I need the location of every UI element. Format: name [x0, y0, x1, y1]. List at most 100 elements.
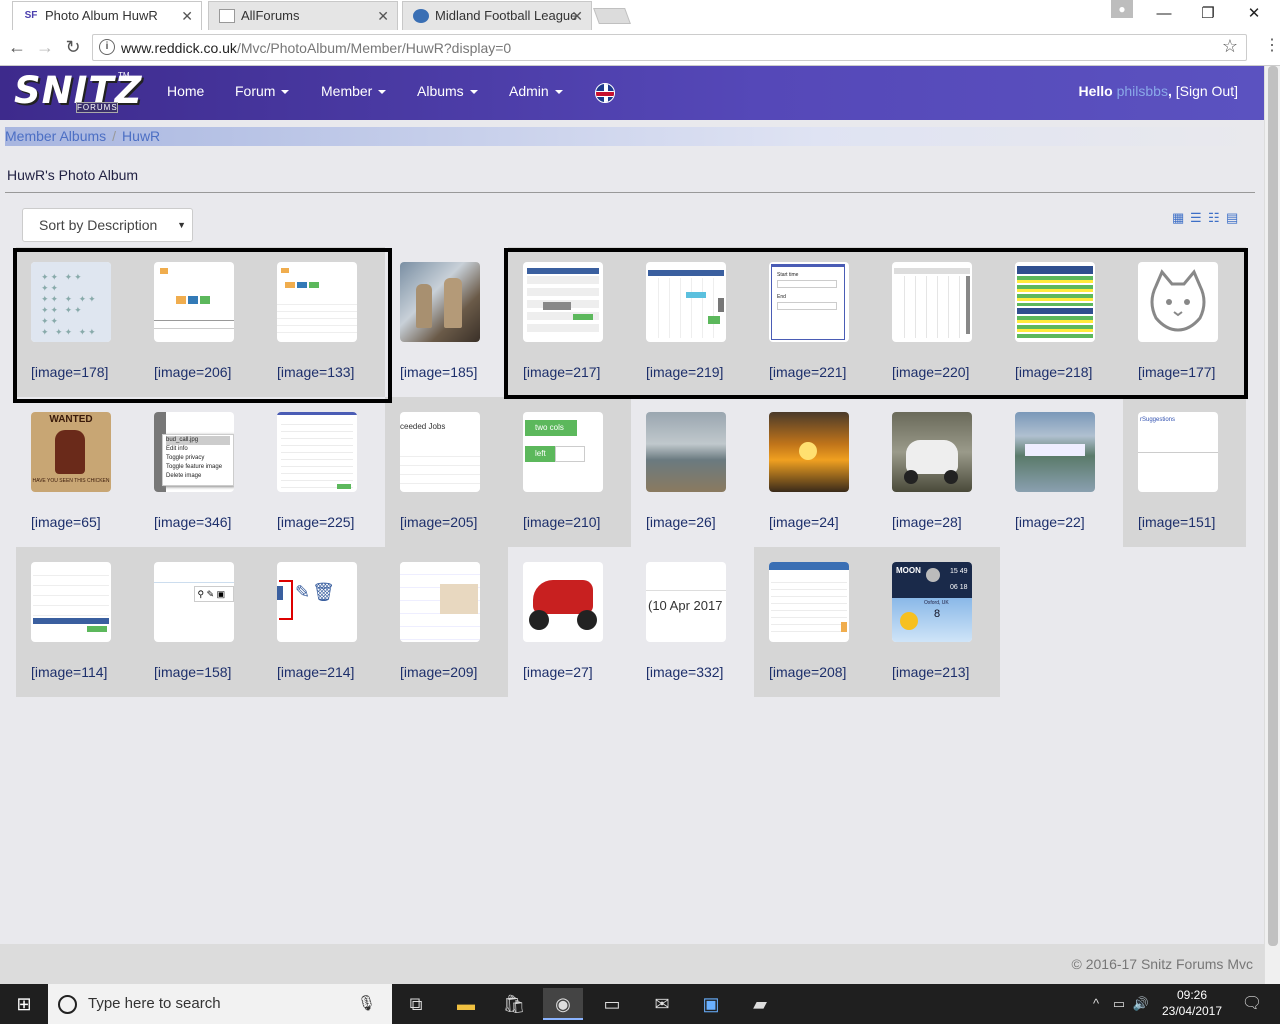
chrome-menu-icon[interactable]: ⋮	[1264, 38, 1280, 54]
nav-member[interactable]: Member	[321, 83, 387, 99]
nav-home[interactable]: Home	[167, 83, 204, 99]
nav-admin[interactable]: Admin	[509, 83, 563, 99]
snitz-logo[interactable]: SNITZ TM FORUMS	[14, 69, 141, 115]
photo-caption[interactable]: [image=205]	[400, 514, 477, 530]
photo-thumbnail[interactable]: rSuggestions	[1138, 412, 1218, 492]
photo-thumbnail[interactable]	[892, 412, 972, 492]
action-center-icon[interactable]: 🗨	[1236, 988, 1268, 1020]
chevron-up-icon[interactable]: ^	[1085, 988, 1107, 1020]
tab-midland-football[interactable]: Midland Football League ✕	[402, 1, 592, 30]
page-scrollbar[interactable]	[1264, 66, 1280, 984]
nav-albums[interactable]: Albums	[417, 83, 478, 99]
microphone-icon[interactable]: 🎙	[357, 994, 376, 1012]
photo-caption[interactable]: [image=158]	[154, 664, 231, 680]
photo-item[interactable]: [image=26]	[631, 397, 754, 547]
photo-thumbnail[interactable]	[277, 412, 357, 492]
photo-thumbnail[interactable]: ✎🗑	[277, 562, 357, 642]
photo-item[interactable]: ceeded Jobs [image=205]	[385, 397, 508, 547]
photo-caption[interactable]: [image=346]	[154, 514, 231, 530]
photo-caption[interactable]: [image=185]	[400, 364, 477, 380]
photo-thumbnail[interactable]: ⚲ ✎ ▣	[154, 562, 234, 642]
tab-allforums[interactable]: AllForums ✕	[208, 1, 398, 30]
taskbar-search[interactable]: Type here to search 🎙	[48, 984, 392, 1024]
uk-flag-icon[interactable]	[595, 83, 615, 103]
photo-thumbnail[interactable]: (10 Apr 2017	[646, 562, 726, 642]
network-icon[interactable]: ▭	[1108, 988, 1130, 1020]
close-window-icon[interactable]: ✕	[1244, 4, 1264, 24]
photo-thumbnail[interactable]	[646, 412, 726, 492]
address-bar[interactable]: i www.reddick.co.uk/Mvc/PhotoAlbum/Membe…	[92, 34, 1247, 61]
photo-item[interactable]: [image=209]	[385, 547, 508, 697]
close-tab-icon[interactable]: ✕	[571, 2, 583, 30]
photo-caption[interactable]: [image=209]	[400, 664, 477, 680]
photo-thumbnail[interactable]: WANTED HAVE YOU SEEN THIS CHICKEN	[31, 412, 111, 492]
remote-desktop-icon[interactable]: ▣	[691, 988, 731, 1020]
photo-item[interactable]: [image=24]	[754, 397, 877, 547]
back-arrow-icon[interactable]: ←	[6, 36, 28, 58]
photo-caption[interactable]: [image=114]	[31, 664, 107, 680]
scrollbar-thumb[interactable]	[1268, 66, 1278, 946]
file-explorer-icon[interactable]: ▬	[446, 988, 486, 1020]
photo-item[interactable]: (10 Apr 2017 [image=332]	[631, 547, 754, 697]
photo-item[interactable]: [image=225]	[262, 397, 385, 547]
photo-item[interactable]: two cols left [image=210]	[508, 397, 631, 547]
drive-icon[interactable]: ▰	[740, 988, 780, 1020]
chrome-icon[interactable]: ◉	[543, 988, 583, 1020]
windows-start-icon[interactable]: ⊞	[0, 984, 48, 1024]
info-icon[interactable]: i	[99, 39, 115, 55]
task-view-icon[interactable]: ⧉	[396, 988, 436, 1020]
grid-view-icon[interactable]: ▦	[1172, 211, 1187, 224]
volume-icon[interactable]: 🔊	[1130, 988, 1152, 1020]
system-clock[interactable]: 09:26 23/04/2017	[1154, 987, 1230, 1019]
close-tab-icon[interactable]: ✕	[181, 2, 193, 30]
photo-item[interactable]: bud_call.jpg Edit info Toggle privacy Toggl…	[139, 397, 262, 547]
new-tab-button[interactable]	[593, 8, 631, 24]
photo-caption[interactable]: [image=151]	[1138, 514, 1215, 530]
nav-forum[interactable]: Forum	[235, 83, 290, 99]
tab-photo-album[interactable]: SF Photo Album HuwR ✕	[12, 1, 202, 30]
close-tab-icon[interactable]: ✕	[377, 2, 389, 30]
photo-caption[interactable]: [image=225]	[277, 514, 354, 530]
photo-thumbnail[interactable]	[523, 562, 603, 642]
photo-thumbnail[interactable]	[769, 562, 849, 642]
photo-thumbnail[interactable]	[1015, 412, 1095, 492]
photo-item[interactable]: [image=27]	[508, 547, 631, 697]
photo-caption[interactable]: [image=210]	[523, 514, 600, 530]
mail-icon[interactable]: ✉	[642, 988, 682, 1020]
photo-caption[interactable]: [image=332]	[646, 664, 723, 680]
breadcrumb-huwr[interactable]: HuwR	[122, 128, 160, 144]
store-icon[interactable]: 🛍	[494, 988, 534, 1020]
photo-thumbnail[interactable]	[769, 412, 849, 492]
photo-item[interactable]: [image=208]	[754, 547, 877, 697]
username-link[interactable]: philsbbs	[1117, 83, 1168, 99]
list-view-icon[interactable]: ☰	[1190, 211, 1205, 224]
photo-caption[interactable]: [image=27]	[523, 664, 593, 680]
sign-out-link[interactable]: [Sign Out]	[1176, 83, 1238, 99]
photo-thumbnail[interactable]	[31, 562, 111, 642]
bookmark-star-icon[interactable]: ☆	[1222, 36, 1238, 57]
photo-item[interactable]: [image=114]	[16, 547, 139, 697]
photo-item[interactable]: WANTED HAVE YOU SEEN THIS CHICKEN [image=6…	[16, 397, 139, 547]
photo-caption[interactable]: [image=26]	[646, 514, 716, 530]
photo-thumbnail[interactable]	[400, 262, 480, 342]
detail-list-view-icon[interactable]: ☷	[1208, 211, 1223, 224]
photo-caption[interactable]: [image=208]	[769, 664, 846, 680]
forward-arrow-icon[interactable]: →	[34, 36, 56, 58]
photo-thumbnail[interactable]: bud_call.jpg Edit info Toggle privacy Toggl…	[154, 412, 234, 492]
photo-thumbnail[interactable]: ceeded Jobs	[400, 412, 480, 492]
command-prompt-icon[interactable]: ▭	[592, 988, 632, 1020]
photo-caption[interactable]: [image=65]	[31, 514, 101, 530]
minimize-icon[interactable]: —	[1154, 4, 1174, 24]
photo-item[interactable]: [image=185]	[385, 247, 508, 397]
user-profile-icon[interactable]: ●	[1111, 0, 1133, 18]
photo-item[interactable]: MOON 15 49 06 18 Oxford, UK 8 [image=213]	[877, 547, 1000, 697]
photo-item[interactable]: [image=28]	[877, 397, 1000, 547]
restore-icon[interactable]: ❐	[1198, 4, 1218, 24]
photo-caption[interactable]: [image=214]	[277, 664, 354, 680]
photo-thumbnail[interactable]	[400, 562, 480, 642]
filmstrip-view-icon[interactable]: ▤	[1226, 211, 1241, 224]
photo-caption[interactable]: [image=24]	[769, 514, 839, 530]
photo-item[interactable]: ⚲ ✎ ▣ [image=158]	[139, 547, 262, 697]
breadcrumb-member-albums[interactable]: Member Albums	[5, 128, 106, 144]
photo-caption[interactable]: [image=22]	[1015, 514, 1085, 530]
